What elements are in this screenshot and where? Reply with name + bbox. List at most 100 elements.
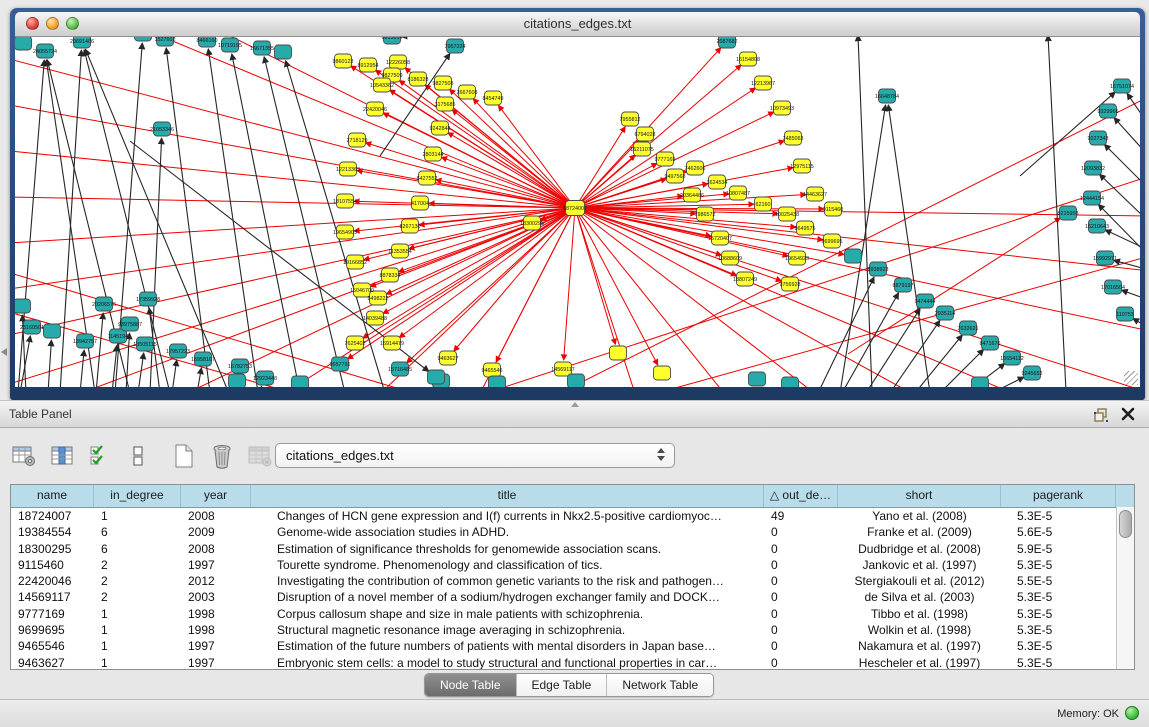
network-node-label: 12213967 (751, 81, 775, 87)
network-node-label: 20364486 (680, 193, 704, 199)
minimize-window-icon[interactable] (46, 17, 59, 30)
table-row[interactable]: 1872400712008Changes of HCN gene express… (11, 508, 1134, 524)
table-tab-bar: Node TableEdge TableNetwork Table (424, 673, 714, 697)
table-cell-name: 14569117 (11, 589, 94, 605)
column-header-year[interactable]: year (181, 485, 251, 507)
column-header-name[interactable]: name (11, 485, 94, 507)
network-node[interactable] (610, 346, 627, 360)
network-node-label: 2087682 (717, 39, 738, 45)
table-cell-name: 22420046 (11, 573, 94, 589)
table-row[interactable]: 946362711997Embryonic stem cells: a mode… (11, 655, 1134, 670)
splitter-handle-icon[interactable] (571, 402, 579, 407)
table-cell-pagerank: 5.9E-5 (1001, 541, 1116, 557)
column-header-pagerank[interactable]: pagerank (1001, 485, 1116, 507)
network-node-label: 6879197 (893, 283, 914, 289)
close-panel-icon[interactable] (1121, 407, 1135, 421)
network-node[interactable] (568, 374, 585, 387)
network-node-label: 9777169 (655, 157, 676, 163)
table-row[interactable]: 1938455462009Genome-wide association stu… (11, 524, 1134, 540)
table-row[interactable]: 946554611997Estimation of the future num… (11, 638, 1134, 654)
table-scrollbar[interactable] (1116, 507, 1134, 669)
tab-network-table[interactable]: Network Table (607, 674, 713, 696)
memory-status-indicator (1125, 706, 1139, 720)
table-row[interactable]: 2242004622012Investigating the contribut… (11, 573, 1134, 589)
network-node-label: 9245652 (1022, 371, 1043, 377)
column-header-in_degree[interactable]: in_degree (94, 485, 181, 507)
network-node-label: 7986572 (695, 212, 716, 218)
float-panel-icon[interactable] (1093, 407, 1109, 423)
network-node-label: 16958167 (191, 357, 215, 363)
network-node[interactable] (782, 377, 799, 387)
table-header-row: namein_degreeyeartitle△ out_de…shortpage… (11, 485, 1134, 508)
network-node[interactable] (44, 324, 61, 338)
network-node[interactable] (229, 374, 246, 387)
network-node[interactable] (654, 366, 671, 380)
network-node[interactable] (428, 370, 445, 384)
table-cell-out_degree: 49 (764, 508, 838, 524)
table-row[interactable]: 977716911998Corpus callosum shape and si… (11, 606, 1134, 622)
network-node[interactable] (972, 377, 989, 387)
table-cell-title: Estimation of the future numbers of pati… (251, 638, 764, 654)
table-cell-pagerank: 5.6E-5 (1001, 524, 1116, 540)
table-mode-icon[interactable] (10, 443, 38, 469)
table-row[interactable]: 969969511998Structural magnetic resonanc… (11, 622, 1134, 638)
table-cell-name: 9463627 (11, 655, 94, 670)
window-controls (26, 17, 79, 30)
network-node-label: 9242848 (430, 126, 451, 132)
select-columns-icon[interactable] (48, 443, 76, 469)
network-node-label: 17016504 (1101, 285, 1125, 291)
network-node-label: 20206576 (92, 302, 116, 308)
table-cell-year: 2008 (181, 508, 251, 524)
column-header-out_degree[interactable]: △ out_de… (764, 485, 838, 507)
network-node-label: 15992971 (1093, 256, 1117, 262)
network-node-label: 2667608 (457, 90, 478, 96)
network-canvas[interactable]: 1872400798601238912954122260589827509818… (15, 37, 1140, 387)
table-cell-in_degree: 6 (94, 524, 181, 540)
scrollbar-thumb[interactable] (1119, 510, 1132, 538)
network-window-titlebar[interactable]: citations_edges.txt (15, 12, 1140, 37)
table-row[interactable]: 1830029562008Estimation of significance … (11, 541, 1134, 557)
table-row[interactable]: 1456911722003Disruption of a novel membe… (11, 589, 1134, 605)
column-header-title[interactable]: title (251, 485, 764, 507)
network-node[interactable] (489, 376, 506, 387)
table-cell-out_degree: 0 (764, 622, 838, 638)
network-node[interactable] (292, 376, 309, 387)
network-node-label: 15751074 (1110, 84, 1134, 90)
network-node[interactable] (749, 372, 766, 386)
table-cell-short: Stergiakouli et al. (2012) (838, 573, 1001, 589)
network-node-label: 16648784 (875, 94, 899, 100)
delete-table-trash-icon[interactable] (208, 443, 236, 469)
row-height-icon[interactable] (124, 443, 152, 469)
table-cell-in_degree: 1 (94, 508, 181, 524)
table-cell-short: de Silva et al. (2003) (838, 589, 1001, 605)
tab-edge-table[interactable]: Edge Table (517, 674, 608, 696)
table-cell-pagerank: 5.3E-5 (1001, 638, 1116, 654)
network-node[interactable] (15, 299, 31, 313)
network-node-label: 9827508 (433, 81, 454, 87)
network-node-label: 17957223 (166, 349, 190, 355)
network-node-label: 8466160 (197, 38, 218, 44)
network-node-label: 23160501 (20, 325, 44, 331)
table-cell-in_degree: 1 (94, 606, 181, 622)
network-node[interactable] (845, 249, 862, 263)
table-row[interactable]: 911546021997Tourette syndrome. Phenomeno… (11, 557, 1134, 573)
table-selector-dropdown[interactable]: citations_edges.txt (275, 443, 675, 468)
zoom-window-icon[interactable] (66, 17, 79, 30)
column-checklist-icon[interactable] (86, 443, 114, 469)
network-node-label: 16154808 (736, 57, 760, 63)
network-node[interactable] (275, 45, 292, 59)
window-resize-grip[interactable] (1124, 371, 1138, 385)
tab-node-table[interactable]: Node Table (425, 674, 517, 696)
network-node-label: 18107554 (333, 199, 357, 205)
network-node-label: 9699695 (822, 239, 843, 245)
network-node-label: 10654112 (1000, 356, 1024, 362)
column-header-short[interactable]: short (838, 485, 1001, 507)
new-table-icon[interactable] (170, 443, 198, 469)
table-panel-header: Table Panel (0, 400, 1149, 428)
network-node[interactable] (15, 37, 32, 50)
network-window: citations_edges.txt 18724007986012389129… (10, 8, 1145, 400)
table-cell-out_degree: 0 (764, 573, 838, 589)
table-cell-short: Wolkin et al. (1998) (838, 622, 1001, 638)
panel-collapse-arrow-icon[interactable] (1, 348, 7, 356)
close-window-icon[interactable] (26, 17, 39, 30)
